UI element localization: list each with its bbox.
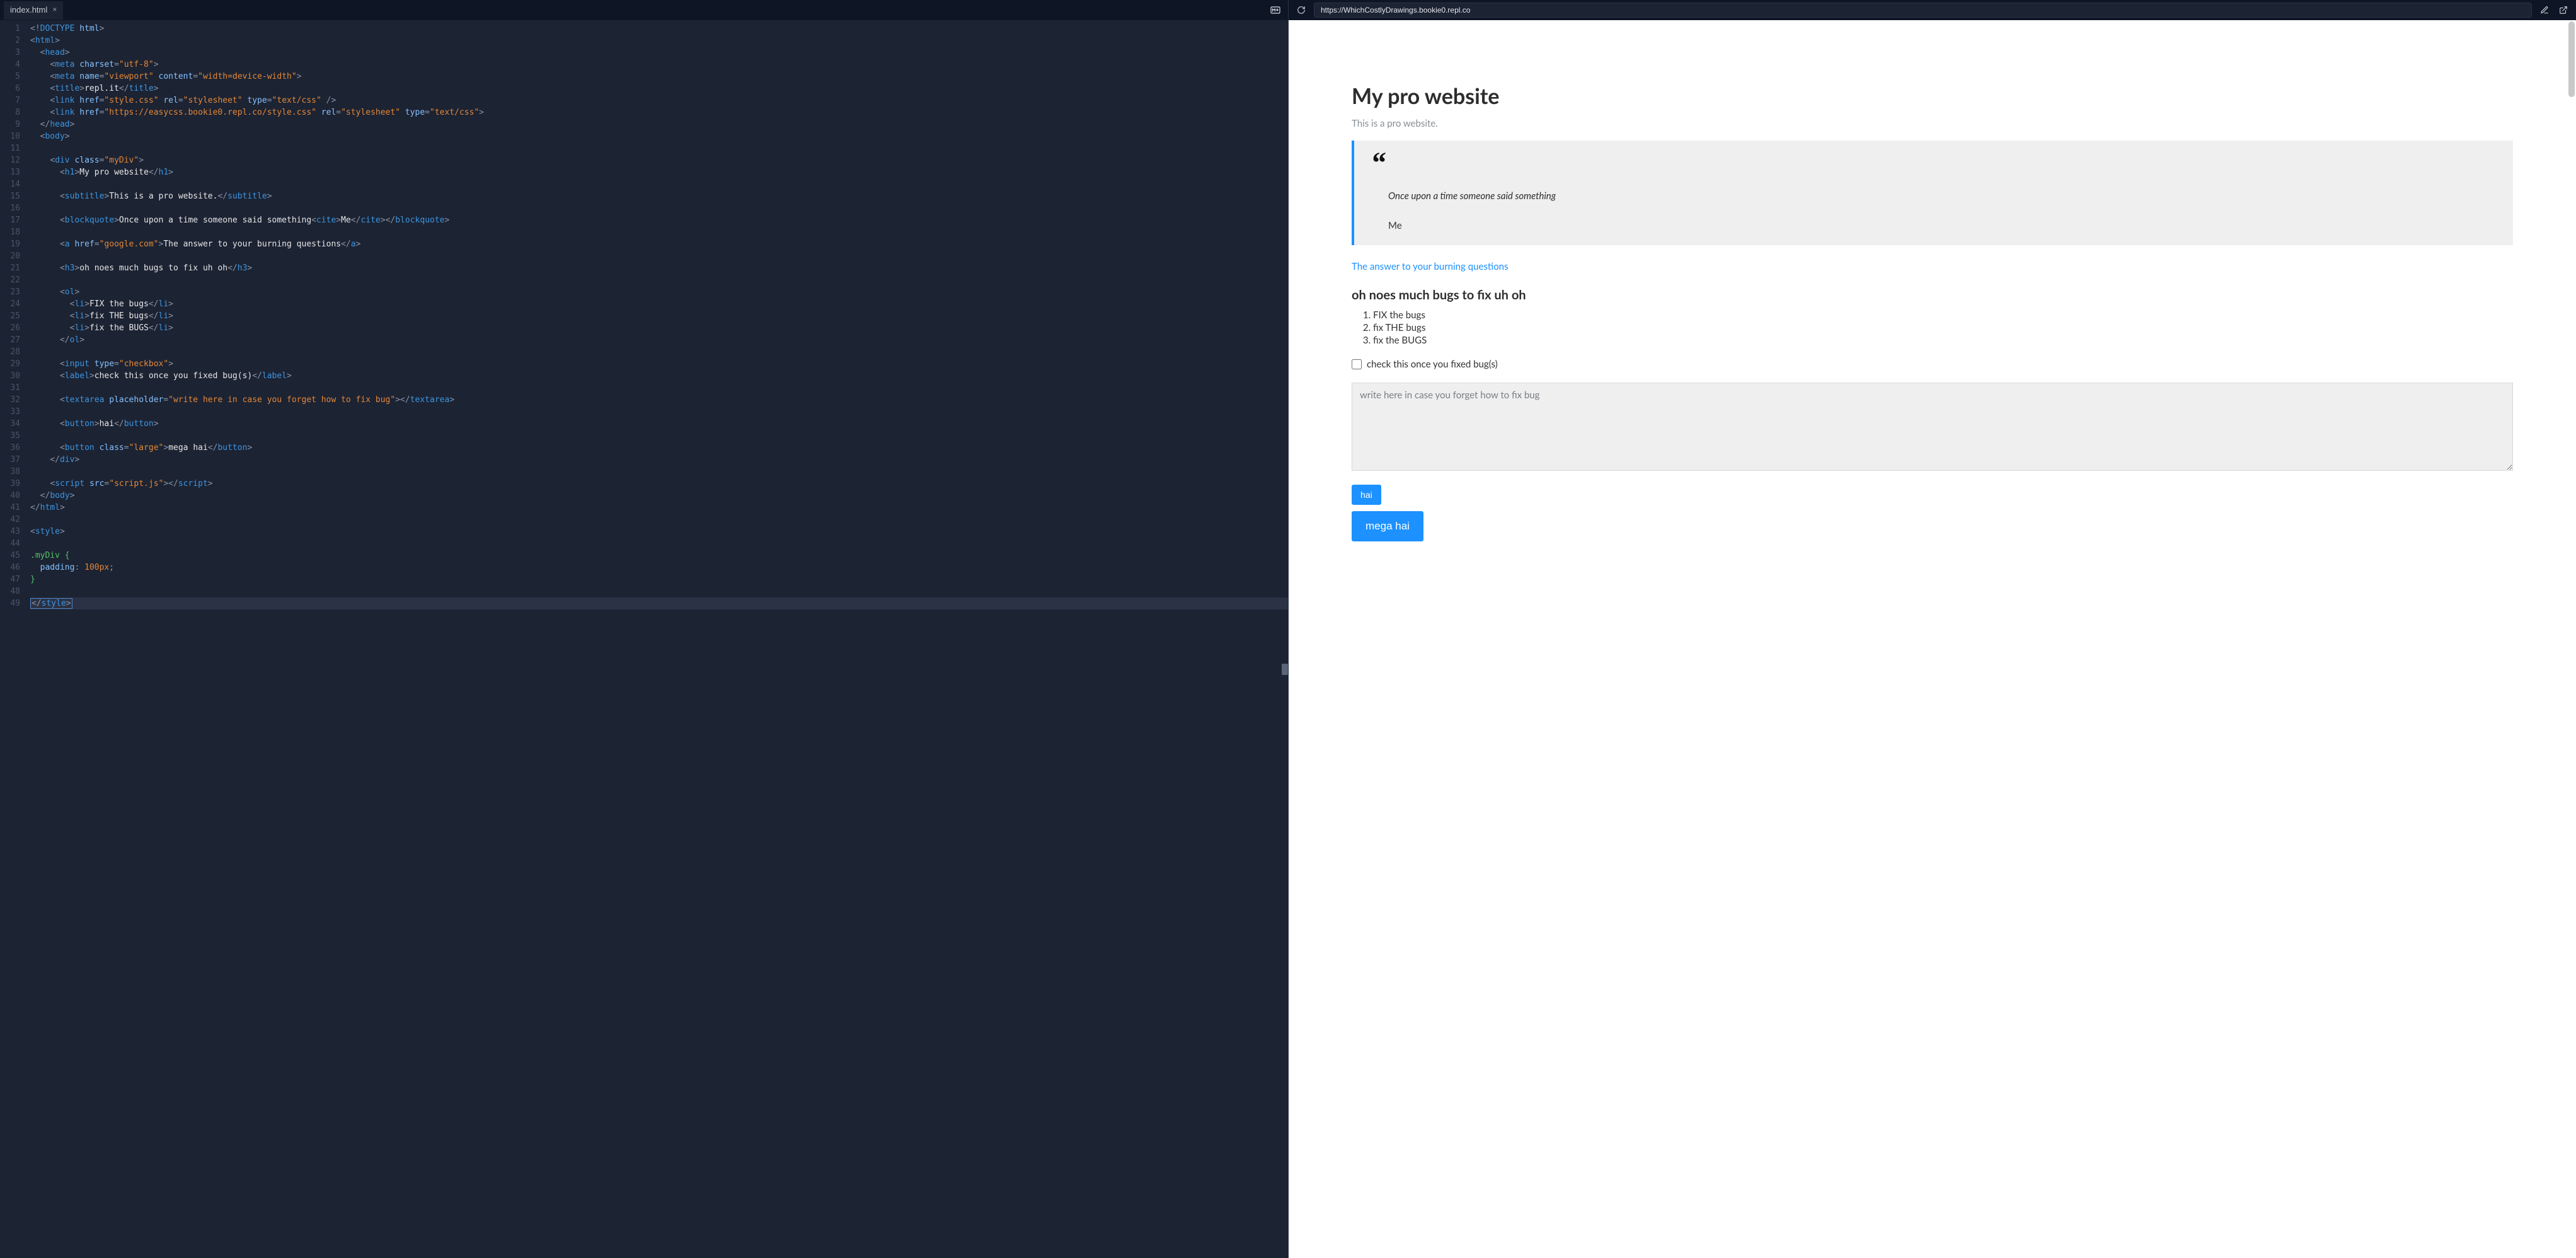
hai-button[interactable]: hai	[1352, 485, 1381, 505]
bugs-list: FIX the bugs fix THE bugs fix the BUGS	[1373, 309, 2513, 347]
bugs-heading: oh noes much bugs to fix uh oh	[1352, 287, 2513, 303]
editor-tabbar: index.html ×	[0, 0, 1288, 20]
mega-hai-button[interactable]: mega hai	[1352, 511, 1423, 541]
edit-icon[interactable]	[2538, 4, 2551, 16]
editor-scrollbar-thumb[interactable]	[1282, 664, 1288, 675]
code-content[interactable]: <!DOCTYPE html><html> <head> <meta chars…	[26, 20, 1288, 1258]
checkbox-label: check this once you fixed bug(s)	[1367, 359, 1498, 370]
url-input[interactable]	[1314, 3, 2532, 18]
rendered-page: My pro website This is a pro website. “ …	[1289, 20, 2576, 611]
reload-icon[interactable]	[1295, 4, 1308, 16]
notes-textarea[interactable]	[1352, 383, 2513, 471]
fixed-checkbox[interactable]	[1352, 359, 1362, 369]
editor-pane: index.html × 123456789101112131415161718…	[0, 0, 1288, 1258]
code-editor[interactable]: 1234567891011121314151617181920212223242…	[0, 20, 1288, 1258]
blockquote: “ Once upon a time someone said somethin…	[1352, 141, 2513, 245]
list-item: fix THE bugs	[1373, 321, 2513, 334]
file-tab[interactable]: index.html ×	[4, 1, 63, 20]
list-item: fix the BUGS	[1373, 334, 2513, 347]
quote-mark-icon: “	[1371, 154, 2497, 173]
line-gutter: 1234567891011121314151617181920212223242…	[0, 20, 26, 1258]
preview-pane: My pro website This is a pro website. “ …	[1288, 0, 2576, 1258]
page-title: My pro website	[1352, 83, 2513, 109]
open-external-icon[interactable]	[2557, 4, 2570, 16]
preview-render[interactable]: My pro website This is a pro website. “ …	[1289, 20, 2576, 1258]
answer-link[interactable]: The answer to your burning questions	[1352, 261, 1508, 272]
quote-cite: Me	[1388, 220, 1402, 231]
preview-scrollbar-thumb[interactable]	[2568, 21, 2575, 97]
preview-url-bar	[1289, 0, 2576, 20]
list-item: FIX the bugs	[1373, 309, 2513, 321]
quote-text: Once upon a time someone said something	[1388, 190, 2497, 202]
close-icon[interactable]: ×	[52, 5, 57, 14]
markdown-icon[interactable]	[1267, 1, 1284, 19]
checkbox-row: check this once you fixed bug(s)	[1352, 359, 2513, 370]
page-subtitle: This is a pro website.	[1352, 118, 2513, 129]
file-tab-label: index.html	[10, 5, 47, 14]
